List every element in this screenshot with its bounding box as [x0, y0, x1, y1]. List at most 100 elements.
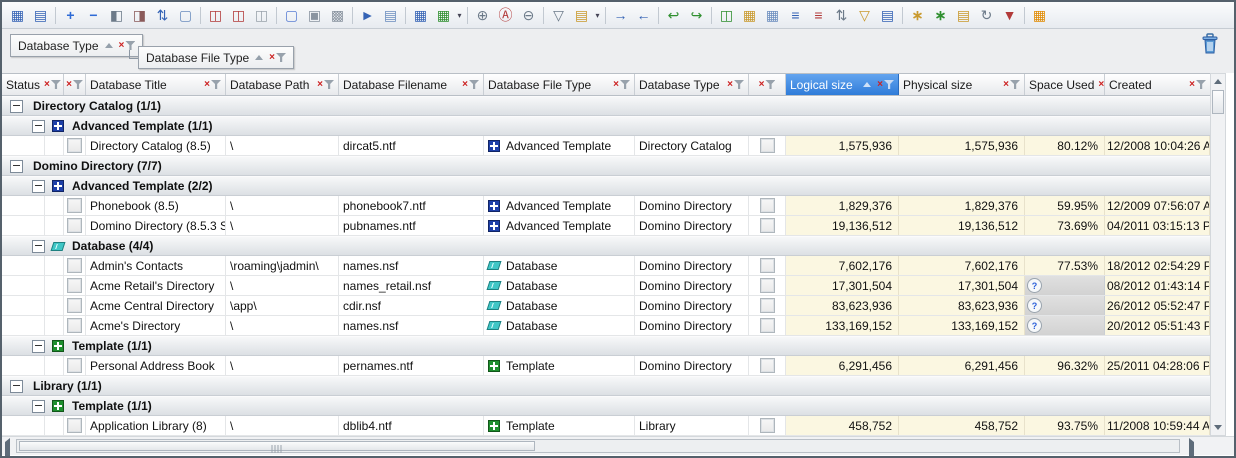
filter-icon[interactable]: ×	[1003, 80, 1020, 90]
dropdown-caret-icon[interactable]: ▾	[593, 5, 602, 26]
row-checkbox[interactable]	[760, 418, 775, 433]
add-icon[interactable]: +	[59, 5, 82, 26]
reorder-rows-icon[interactable]: ⇅	[151, 5, 174, 26]
add-note-icon[interactable]: ▤	[570, 5, 593, 26]
column-header-logical-size[interactable]: Logical size ×	[786, 74, 899, 95]
table-row[interactable]: Personal Address Book \ pernames.ntf Tem…	[2, 356, 1210, 376]
row-checkbox[interactable]	[67, 138, 82, 153]
filter-icon[interactable]: ×	[317, 80, 334, 90]
column-header-database-type[interactable]: Database Type ×	[635, 74, 749, 95]
filter-icon[interactable]: ×	[877, 80, 894, 90]
question-icon[interactable]: ?	[1027, 298, 1042, 313]
filter-icon[interactable]: ×	[1098, 80, 1105, 90]
page-settings-icon[interactable]: ▤	[379, 5, 402, 26]
column-header-icon[interactable]: ×	[64, 74, 86, 95]
indent-cell-icon[interactable]: ◧	[105, 5, 128, 26]
row-checkbox[interactable]	[760, 298, 775, 313]
filter-icon[interactable]: ×	[1189, 80, 1206, 90]
column-header-checkbox[interactable]: ×	[749, 74, 786, 95]
prev-page-icon[interactable]: ←	[632, 5, 655, 26]
collapse-icon[interactable]	[10, 100, 23, 113]
group-rows-icon[interactable]: ≡	[784, 5, 807, 26]
filter-icon[interactable]: ×	[66, 80, 83, 90]
collapse-icon[interactable]	[32, 120, 45, 133]
group-chip-database-file-type[interactable]: Database File Type ×	[138, 46, 294, 69]
outdent-cell-icon[interactable]: ◨	[128, 5, 151, 26]
question-icon[interactable]: ?	[1027, 278, 1042, 293]
filter-icon[interactable]: ▽	[547, 5, 570, 26]
table-row[interactable]: Directory Catalog (8.5) \ dircat5.ntf Ad…	[2, 136, 1210, 156]
row-checkbox[interactable]	[67, 298, 82, 313]
scrollbar-track[interactable]	[16, 439, 1180, 453]
row-checkbox[interactable]	[67, 418, 82, 433]
group-row-library[interactable]: Library (1/1)	[2, 376, 1210, 396]
folder-settings-icon[interactable]: ▤	[952, 5, 975, 26]
column-header-space-used[interactable]: Space Used ×	[1025, 74, 1105, 95]
question-icon[interactable]: ?	[1027, 318, 1042, 333]
group-chip-database-type[interactable]: Database Type ×	[10, 34, 143, 57]
row-checkbox[interactable]	[760, 358, 775, 373]
horizontal-scrollbar-thumb[interactable]	[19, 441, 535, 451]
hide-column-icon[interactable]: ◫	[250, 5, 273, 26]
row-checkbox[interactable]	[760, 318, 775, 333]
row-checkbox[interactable]	[67, 358, 82, 373]
horizontal-scrollbar[interactable]	[2, 436, 1234, 455]
scroll-down-button[interactable]	[1211, 420, 1225, 435]
column-header-created[interactable]: Created ×	[1105, 74, 1210, 95]
trash-icon[interactable]	[1200, 33, 1220, 55]
table-row[interactable]: Acme's Directory \ names.nsf Database Do…	[2, 316, 1210, 336]
table-row[interactable]: Admin's Contacts \roaming\jadmin\ names.…	[2, 256, 1210, 276]
swap-rows-icon[interactable]: ⇅	[830, 5, 853, 26]
filter-icon[interactable]: ×	[269, 53, 286, 63]
scroll-up-button[interactable]	[1211, 74, 1225, 89]
column-header-database-filename[interactable]: Database Filename ×	[339, 74, 484, 95]
table-row[interactable]: Acme Central Directory \app\ cdir.nsf Da…	[2, 296, 1210, 316]
refresh-icon[interactable]: ↻	[975, 5, 998, 26]
row-checkbox[interactable]	[67, 258, 82, 273]
paste-icon[interactable]: ▩	[326, 5, 349, 26]
table-row[interactable]: Domino Directory (8.5.3 S \ pubnames.ntf…	[2, 216, 1210, 236]
column-header-database-file-type[interactable]: Database File Type ×	[484, 74, 635, 95]
filter-icon[interactable]: ×	[44, 80, 61, 90]
table-row[interactable]: Acme Retail's Directory \ names_retail.n…	[2, 276, 1210, 296]
import-icon[interactable]: ↩	[662, 5, 685, 26]
chart-table-icon[interactable]: ▦	[1028, 5, 1051, 26]
group-row-domino-directory[interactable]: Domino Directory (7/7)	[2, 156, 1210, 176]
new-window-icon[interactable]: ▦	[761, 5, 784, 26]
grid-check-icon[interactable]: ▦	[432, 5, 455, 26]
row-checkbox[interactable]	[67, 318, 82, 333]
subgroup-row-advanced-template[interactable]: Advanced Template (2/2)	[2, 176, 1210, 196]
zoom-in-icon[interactable]: ⊕	[471, 5, 494, 26]
collapse-icon[interactable]	[32, 240, 45, 253]
vertical-scrollbar-thumb[interactable]	[1212, 90, 1224, 114]
row-checkbox[interactable]	[760, 198, 775, 213]
remove-icon[interactable]: −	[82, 5, 105, 26]
grid-window-icon[interactable]: ▦	[409, 5, 432, 26]
row-checkbox[interactable]	[760, 258, 775, 273]
group-options-icon[interactable]: ≡	[807, 5, 830, 26]
table-edit-icon[interactable]: ▦	[738, 5, 761, 26]
scroll-right-button[interactable]	[1189, 442, 1194, 458]
dropdown-caret-icon[interactable]: ▾	[455, 5, 464, 26]
subgroup-row-template[interactable]: Template (1/1)	[2, 396, 1210, 416]
table-properties-icon[interactable]: ▤	[29, 5, 52, 26]
find-text-icon[interactable]: Ⓐ	[494, 5, 517, 26]
list-view-icon[interactable]: ▤	[876, 5, 899, 26]
copy-icon[interactable]: ▣	[303, 5, 326, 26]
subgroup-row-advanced-template[interactable]: Advanced Template (1/1)	[2, 116, 1210, 136]
split-columns-icon[interactable]: ◫	[715, 5, 738, 26]
pin-icon[interactable]: ▼	[998, 5, 1021, 26]
row-checkbox[interactable]	[67, 218, 82, 233]
collapse-icon[interactable]	[10, 380, 23, 393]
filter-view-icon[interactable]: ▽	[853, 5, 876, 26]
column-header-database-title[interactable]: Database Title ×	[86, 74, 226, 95]
zoom-out-icon[interactable]: ⊖	[517, 5, 540, 26]
collapse-icon[interactable]	[32, 180, 45, 193]
settings-gear-icon[interactable]: ∗	[906, 5, 929, 26]
row-checkbox[interactable]	[67, 198, 82, 213]
subgroup-row-template[interactable]: Template (1/1)	[2, 336, 1210, 356]
export-icon[interactable]: ↪	[685, 5, 708, 26]
filter-icon[interactable]: ×	[727, 80, 744, 90]
column-header-database-path[interactable]: Database Path ×	[226, 74, 339, 95]
insert-column-left-icon[interactable]: ◫	[204, 5, 227, 26]
